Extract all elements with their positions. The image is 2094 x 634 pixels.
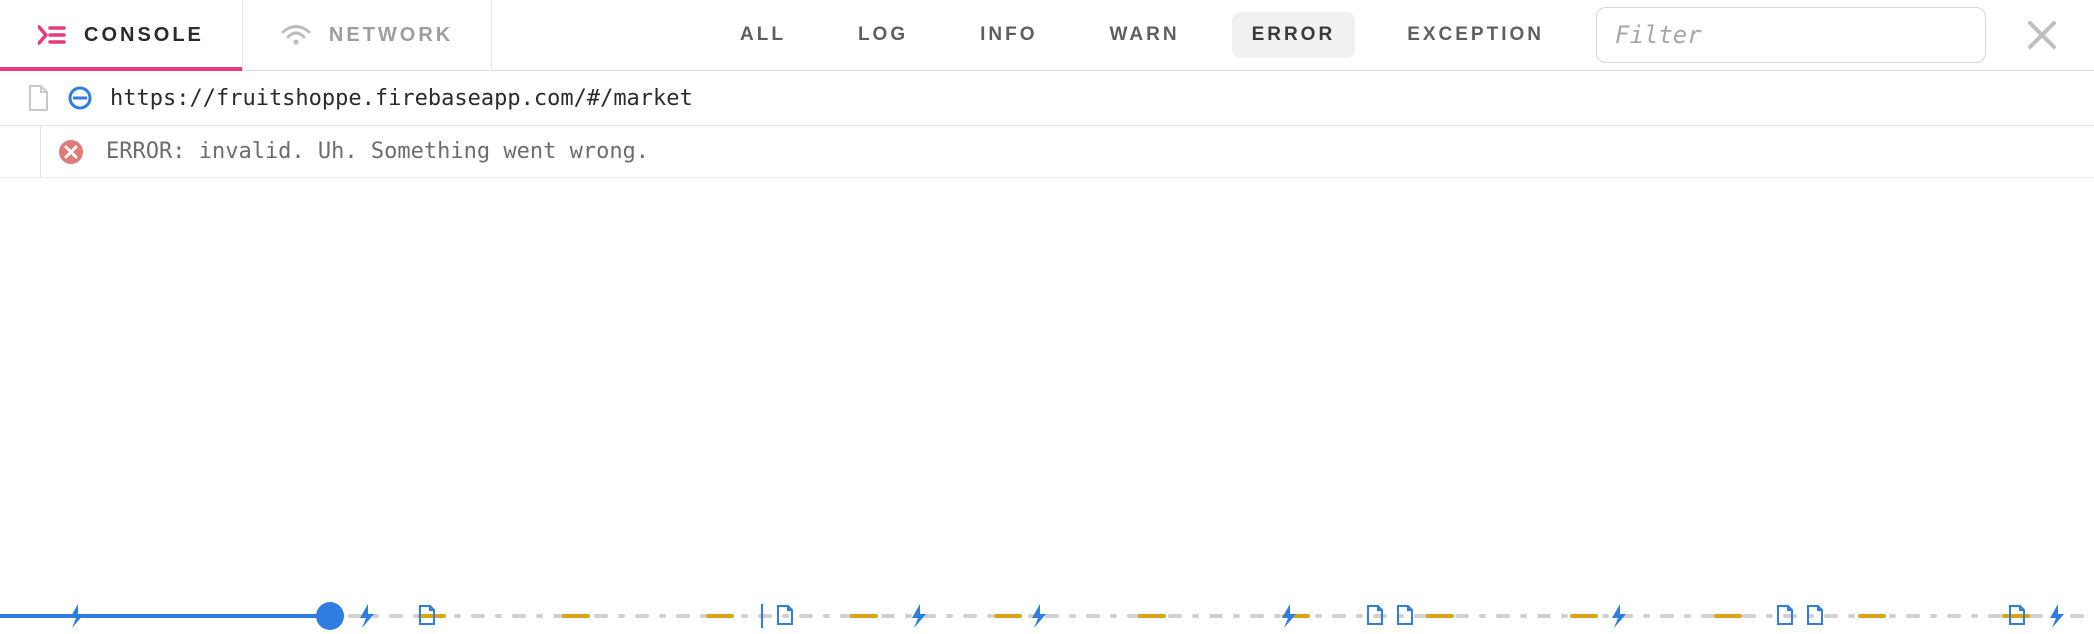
console-prompt-icon	[38, 24, 66, 46]
filter-log[interactable]: LOG	[838, 12, 928, 58]
tab-network[interactable]: NETWORK	[243, 0, 492, 70]
filter-exception[interactable]: EXCEPTION	[1387, 12, 1564, 58]
page-icon	[26, 84, 50, 112]
close-icon[interactable]	[2018, 11, 2066, 59]
timeline-strip[interactable]	[0, 598, 2094, 634]
wifi-icon	[281, 24, 311, 46]
tab-console-label: CONSOLE	[84, 24, 204, 47]
tab-network-label: NETWORK	[329, 24, 453, 47]
filter-warn[interactable]: WARN	[1090, 12, 1200, 58]
error-badge-icon	[58, 139, 84, 165]
log-message: ERROR: invalid. Uh. Something went wrong…	[106, 139, 649, 164]
filter-info[interactable]: INFO	[960, 12, 1057, 58]
page-url-text: https://fruitshoppe.firebaseapp.com/#/ma…	[110, 86, 693, 111]
tab-console[interactable]: CONSOLE	[0, 0, 243, 70]
top-tab-bar: CONSOLE NETWORK ALL LOG INFO WARN ERROR …	[0, 0, 2094, 71]
filter-input[interactable]	[1596, 7, 1986, 63]
no-entry-icon	[68, 86, 92, 110]
log-row: ERROR: invalid. Uh. Something went wrong…	[0, 126, 2094, 178]
filter-error[interactable]: ERROR	[1232, 12, 1356, 58]
page-url-row: https://fruitshoppe.firebaseapp.com/#/ma…	[0, 71, 2094, 126]
filter-all[interactable]: ALL	[720, 12, 806, 58]
topbar-right: ALL LOG INFO WARN ERROR EXCEPTION	[720, 0, 2094, 70]
